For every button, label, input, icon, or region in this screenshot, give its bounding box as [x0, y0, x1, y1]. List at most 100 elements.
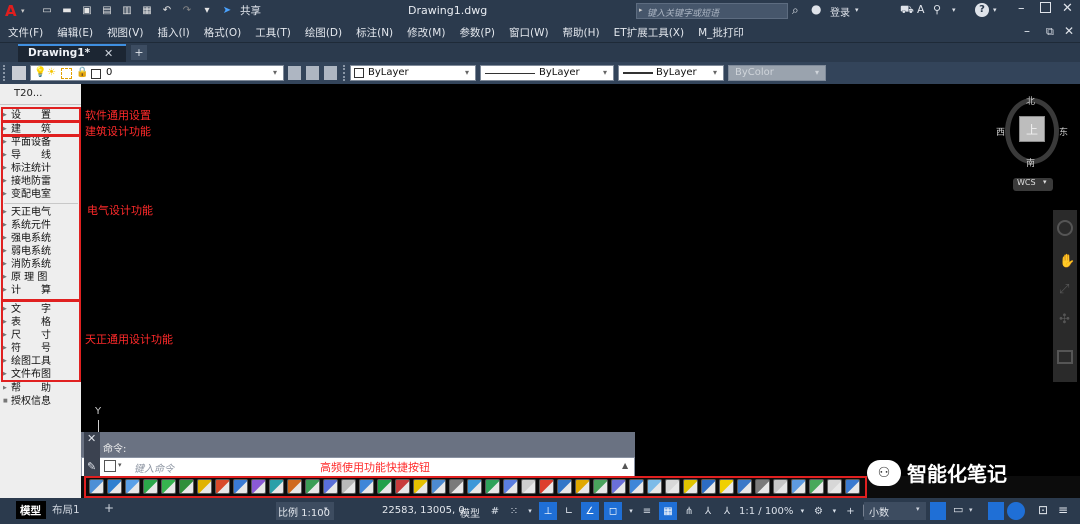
viewcube[interactable]: 北 南 西 东 上: [996, 94, 1068, 172]
menu-draw[interactable]: 绘图(D): [305, 25, 342, 40]
command-customize-icon[interactable]: [104, 460, 116, 472]
selection-cycling-icon[interactable]: ⋔: [682, 502, 696, 520]
tab-drawing1[interactable]: Drawing1* ✕: [18, 44, 126, 62]
menu-window[interactable]: 窗口(W): [509, 25, 549, 40]
compass-east[interactable]: 东: [1059, 125, 1068, 138]
cart-icon[interactable]: ⛟: [900, 3, 914, 18]
menu-insert[interactable]: 插入(I): [157, 25, 189, 40]
share-icon[interactable]: ➤: [220, 4, 234, 18]
redo-icon[interactable]: ↷: [180, 4, 194, 18]
viewcube-top-face[interactable]: 上: [1019, 116, 1045, 142]
pan-hand-icon[interactable]: ✋: [1059, 254, 1075, 269]
menu-parametric[interactable]: 参数(P): [459, 25, 495, 40]
doc-close-icon[interactable]: ✕: [1064, 24, 1074, 38]
grid-icon[interactable]: #: [488, 502, 502, 520]
zoom-extents-icon[interactable]: ⤢: [1059, 282, 1069, 297]
model-space-toggle[interactable]: 模型: [460, 505, 480, 520]
quick-properties-icon[interactable]: [930, 502, 946, 520]
save-as-icon[interactable]: ▤: [100, 4, 114, 18]
annotation-autoscale-icon[interactable]: ⅄: [720, 502, 734, 520]
polar-tracking-icon[interactable]: ∠: [581, 502, 599, 520]
layer-manager-icon[interactable]: [12, 66, 26, 80]
doc-minimize-icon[interactable]: –: [1024, 24, 1030, 38]
layer-previous-icon[interactable]: [324, 66, 337, 80]
lineweight-dropdown[interactable]: ByLayer ▾: [618, 65, 724, 81]
tab-close-icon[interactable]: ✕: [104, 47, 113, 60]
layer-dropdown[interactable]: 💡 ☀ 🔒 0 ▾: [30, 65, 284, 81]
compass-west[interactable]: 西: [996, 125, 1005, 138]
make-current-icon[interactable]: [288, 66, 301, 80]
command-settings-icon[interactable]: ✎: [87, 460, 96, 473]
snap-icon[interactable]: ⁙: [507, 502, 521, 520]
toolbar-grip[interactable]: [343, 65, 345, 81]
command-line-grip[interactable]: ✕ ✎: [84, 432, 100, 477]
menu-dimension[interactable]: 标注(N): [356, 25, 393, 40]
linetype-dropdown[interactable]: ByLayer ▾: [480, 65, 614, 81]
workspace-gear-icon[interactable]: ⚙: [811, 502, 825, 520]
new-file-icon[interactable]: ▭: [40, 4, 54, 18]
compass-south[interactable]: 南: [1026, 156, 1035, 169]
cursor-coordinates[interactable]: 22583, 13005, 0: [382, 505, 465, 516]
wcs-menu[interactable]: WCS ▾: [1013, 178, 1053, 191]
minimize-icon[interactable]: –: [1018, 1, 1025, 16]
annotation-scale-value[interactable]: 1:1 / 100%: [739, 502, 793, 520]
menu-format[interactable]: 格式(O): [204, 25, 241, 40]
add-layout-button[interactable]: +: [104, 501, 114, 515]
app-logo-icon[interactable]: A: [5, 2, 17, 20]
workspace-chevron-icon[interactable]: ▾: [830, 502, 838, 520]
help-icon[interactable]: ?: [975, 3, 989, 17]
plot-icon[interactable]: ▦: [140, 4, 154, 18]
lineweight-display-icon[interactable]: ≡: [640, 502, 654, 520]
login-link[interactable]: 登录: [830, 4, 850, 19]
search-box[interactable]: ▸ 键入关键字或短语: [636, 3, 788, 19]
command-history-toggle-icon[interactable]: ▲: [622, 461, 628, 470]
clean-screen-icon[interactable]: ⊡: [1038, 503, 1048, 517]
dynamic-input-icon[interactable]: ⊥: [539, 502, 557, 520]
network-chevron-icon[interactable]: ▾: [952, 6, 956, 14]
menu-file[interactable]: 文件(F): [8, 25, 43, 40]
command-input[interactable]: 键入命令: [134, 460, 174, 475]
tab-model[interactable]: 模型: [16, 501, 46, 519]
help-chevron-icon[interactable]: ▾: [993, 6, 997, 14]
new-tab-button[interactable]: +: [131, 45, 147, 60]
maximize-icon[interactable]: [1040, 2, 1051, 13]
autodesk-a360-icon[interactable]: A: [917, 3, 925, 16]
command-close-icon[interactable]: ✕: [87, 432, 96, 445]
annotation-scale-chevron-icon[interactable]: ▾: [798, 502, 806, 520]
save-icon[interactable]: ▣: [80, 4, 94, 18]
lock-ui-chevron-icon[interactable]: ▾: [969, 506, 973, 514]
user-icon[interactable]: ●: [811, 2, 821, 16]
annotation-monitor-icon[interactable]: +: [843, 502, 857, 520]
close-icon[interactable]: ✕: [1062, 1, 1073, 16]
steering-wheel-icon[interactable]: [1057, 220, 1073, 236]
customize-menu-icon[interactable]: ≡: [1058, 503, 1068, 517]
tab-layout1[interactable]: 布局1: [52, 502, 80, 517]
lock-ui-icon[interactable]: ▭: [953, 503, 963, 516]
color-dropdown[interactable]: ByLayer ▾: [350, 65, 476, 81]
menu-edit[interactable]: 编辑(E): [57, 25, 93, 40]
layer-match-icon[interactable]: [306, 66, 319, 80]
menu-help[interactable]: 帮助(H): [563, 25, 600, 40]
open-folder-icon[interactable]: ▬: [60, 4, 74, 18]
object-snap-icon[interactable]: ◻: [604, 502, 622, 520]
transparency-icon[interactable]: ▦: [659, 502, 677, 520]
showmotion-icon[interactable]: [1057, 350, 1073, 364]
palette-item-license[interactable]: ■ 授权信息: [0, 395, 81, 408]
toolbar-grip[interactable]: [3, 65, 5, 81]
osnap-chevron-icon[interactable]: ▾: [627, 502, 635, 520]
orbit-icon[interactable]: ✣: [1059, 312, 1070, 327]
menu-batch-plot[interactable]: M_批打印: [698, 25, 744, 40]
snap-chevron-icon[interactable]: ▾: [526, 502, 534, 520]
compass-north[interactable]: 北: [1026, 94, 1035, 107]
search-icon[interactable]: ⌕: [792, 3, 799, 18]
print-icon[interactable]: ▥: [120, 4, 134, 18]
scale-dropdown[interactable]: 比例 1:100 ▾: [276, 502, 334, 520]
units-dropdown[interactable]: 小数 ▾: [864, 502, 926, 520]
share-label[interactable]: 共享: [240, 3, 261, 18]
network-icon[interactable]: ⚲: [933, 3, 941, 16]
command-customize-chevron-icon[interactable]: ▾: [118, 461, 122, 469]
hardware-acceleration-icon[interactable]: [1007, 502, 1025, 520]
menu-modify[interactable]: 修改(M): [407, 25, 445, 40]
menu-tools[interactable]: 工具(T): [255, 25, 291, 40]
menu-express-tools[interactable]: ET扩展工具(X): [614, 25, 684, 40]
